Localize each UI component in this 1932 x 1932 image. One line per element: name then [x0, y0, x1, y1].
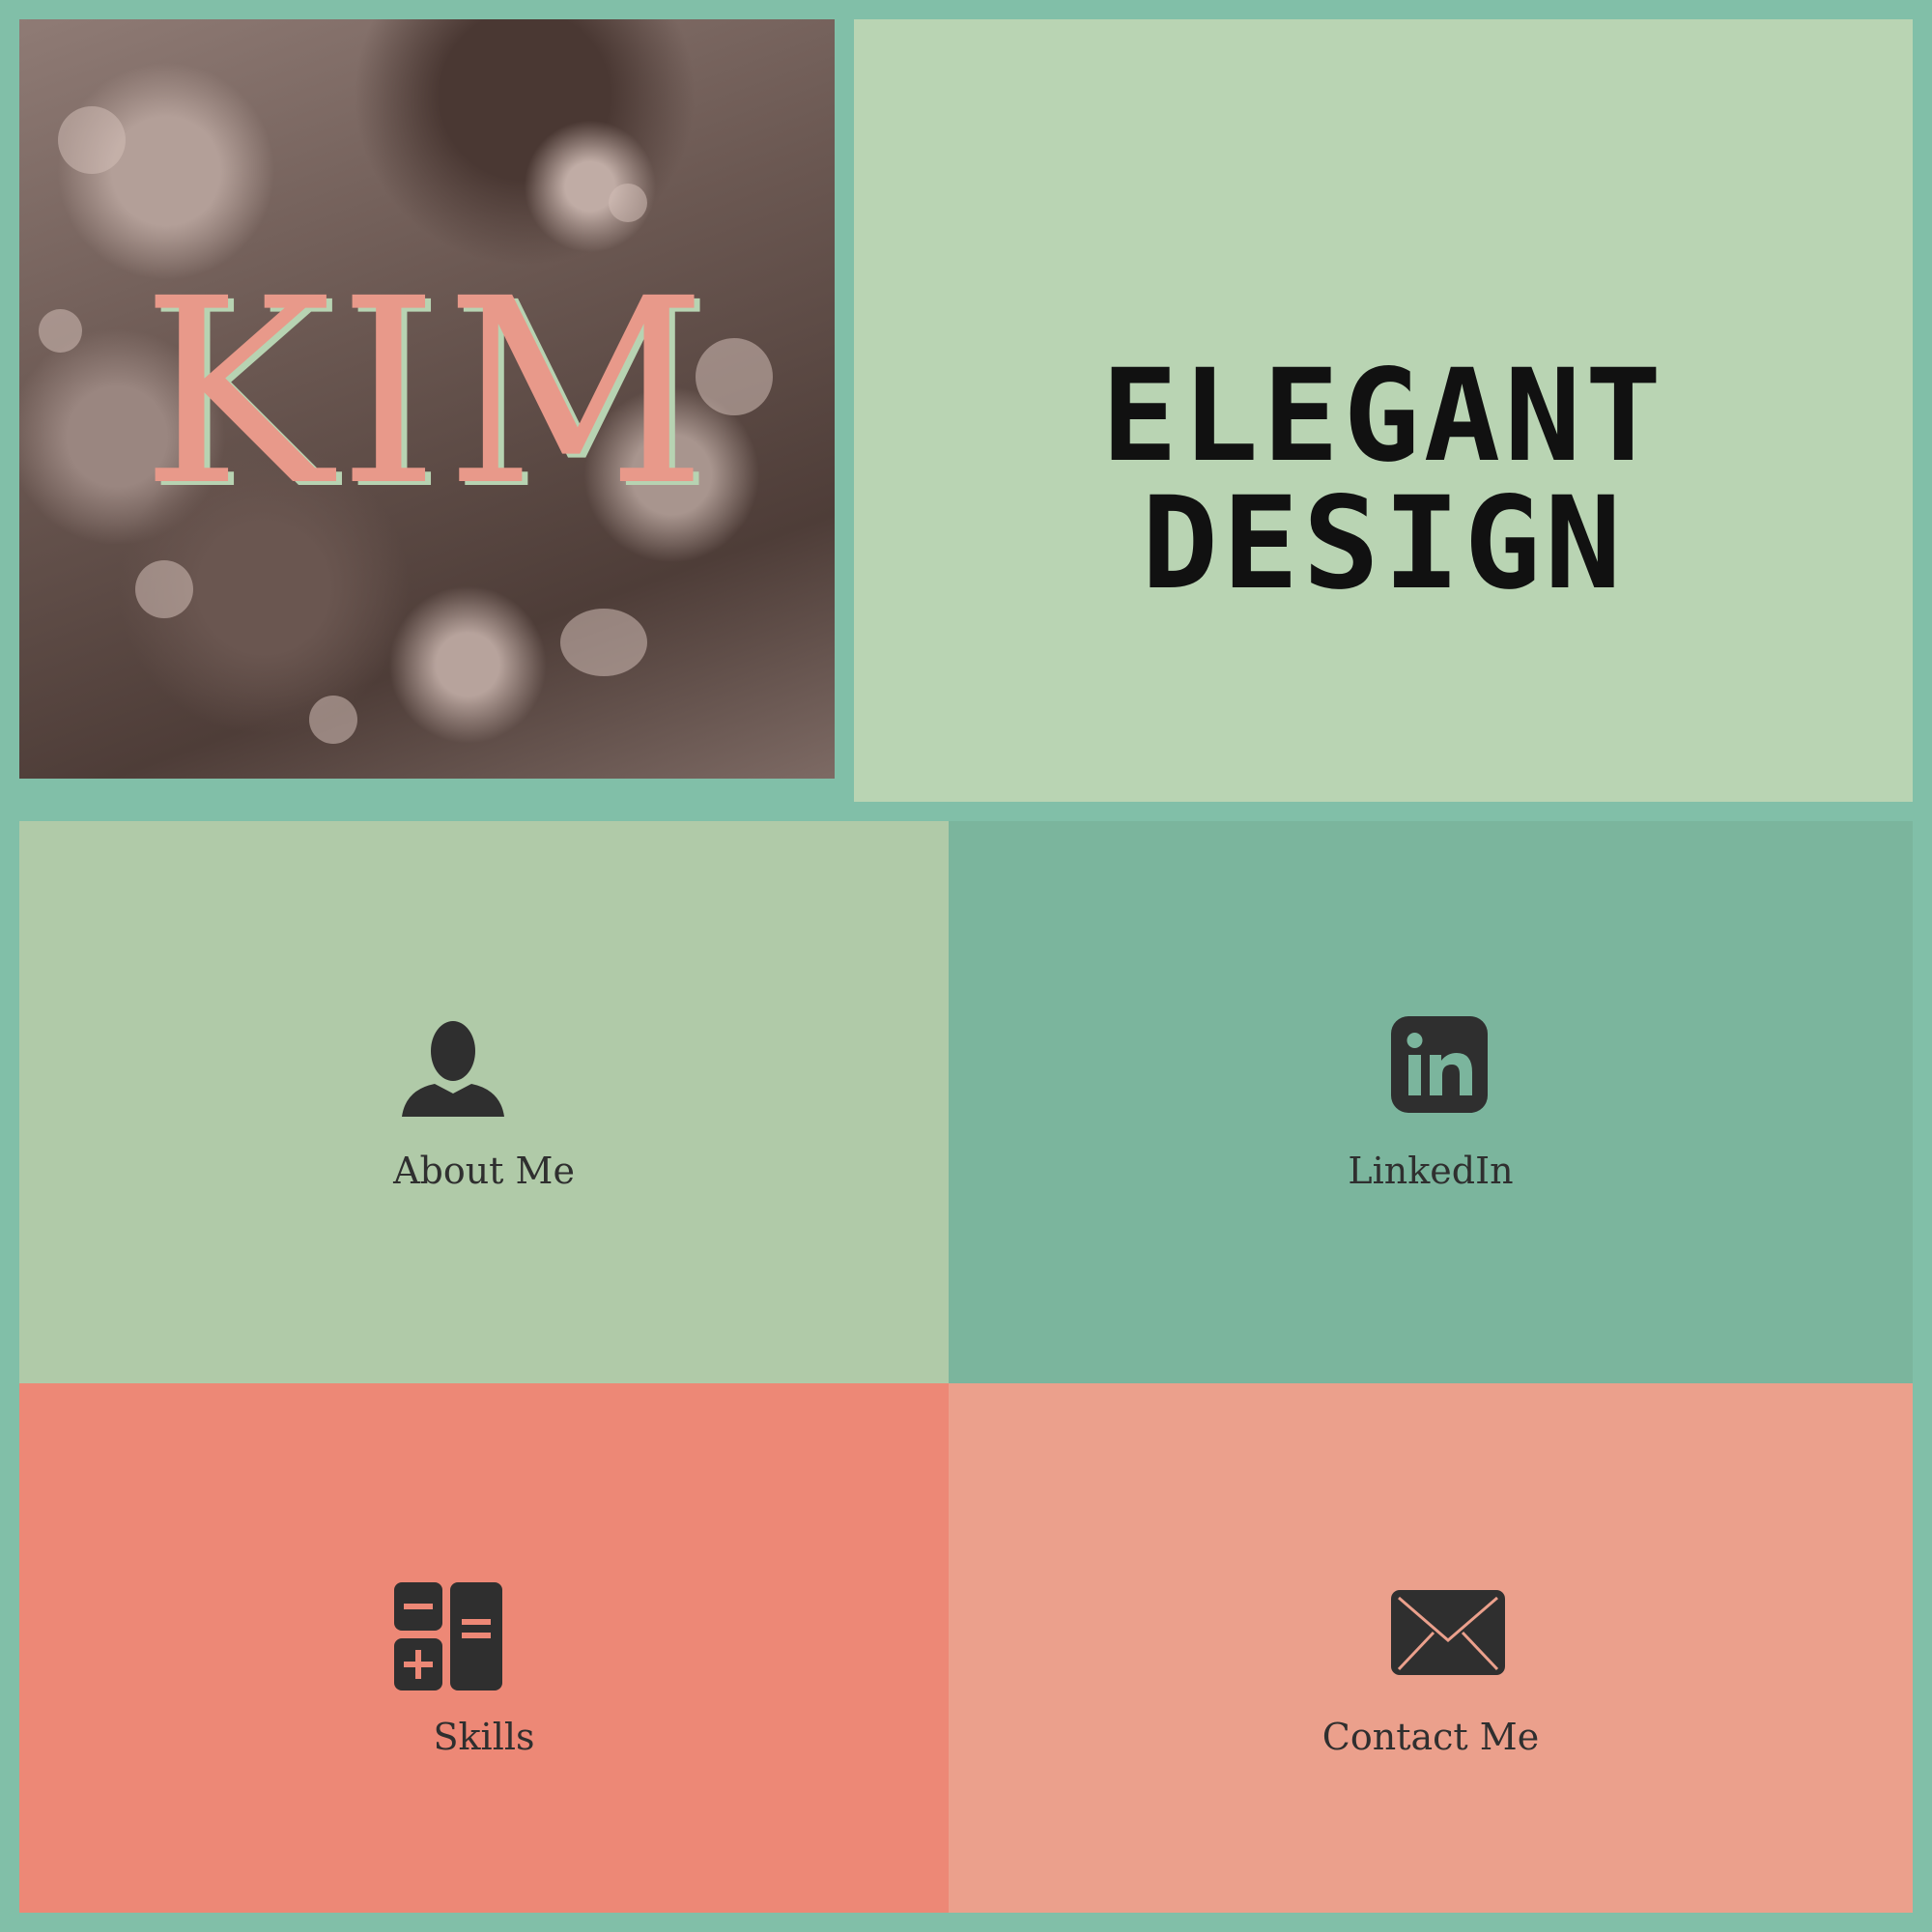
linkedin-label: LinkedIn	[1348, 1150, 1514, 1192]
envelope-icon	[1391, 1590, 1505, 1679]
skills-tile[interactable]: Skills	[19, 1383, 949, 1913]
bokeh-dot	[309, 696, 357, 744]
brand-title: ELEGANT DESIGN	[1100, 342, 1666, 618]
calculator-icon	[394, 1582, 502, 1694]
contact-me-label: Contact Me	[1321, 1716, 1540, 1758]
brand-tile: ELEGANT DESIGN	[854, 19, 1913, 802]
linkedin-icon	[1391, 1016, 1488, 1117]
about-me-tile[interactable]: About Me	[19, 821, 949, 1383]
about-me-label: About Me	[393, 1150, 575, 1192]
logo-name: KIM	[141, 244, 713, 542]
linkedin-tile[interactable]: LinkedIn	[949, 821, 1913, 1383]
bokeh-dot	[560, 609, 647, 676]
bokeh-dot	[58, 106, 126, 174]
skills-label: Skills	[433, 1716, 535, 1758]
bokeh-dot	[609, 184, 647, 222]
bokeh-dot	[135, 560, 193, 618]
hero-photo-tile: KIM	[19, 19, 835, 779]
contact-me-tile[interactable]: Contact Me	[949, 1383, 1913, 1913]
person-icon	[400, 1016, 506, 1121]
